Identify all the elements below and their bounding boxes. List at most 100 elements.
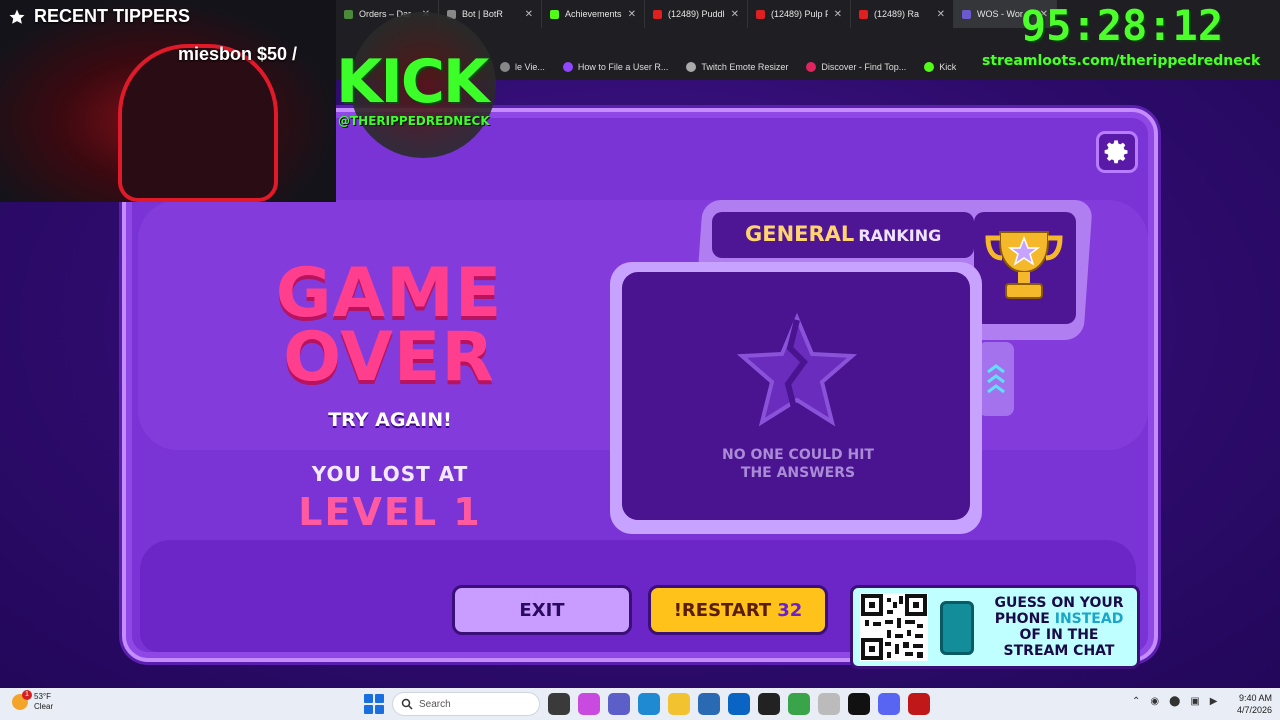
bookmark-label: How to File a User R... — [577, 62, 669, 72]
streamloots-link: streamloots.com/therippedredneck — [982, 53, 1261, 69]
task-view-icon[interactable] — [548, 693, 570, 715]
weather-temp: 53°F — [34, 692, 51, 701]
ranking-scroll-tab[interactable] — [978, 342, 1014, 416]
outlook-icon[interactable] — [728, 693, 750, 715]
sun-icon: 1 — [12, 690, 32, 710]
title-line-1: GAME — [275, 254, 503, 333]
browser-tab[interactable]: (12489) Pulp Fi ✕ — [748, 0, 851, 28]
qr-code-icon — [860, 593, 928, 661]
chrome-icon[interactable] — [788, 693, 810, 715]
copilot-icon[interactable] — [578, 693, 600, 715]
lost-at-label: YOU LOST AT — [311, 462, 469, 486]
edge-icon[interactable] — [638, 693, 660, 715]
clock-date: 4/7/2026 — [1236, 705, 1272, 715]
ranking-title: GENERAL RANKING — [745, 222, 941, 246]
tab-favicon-icon — [859, 9, 868, 19]
system-tray: ⌃ ◉ ⬤ ▣ ▶ — [1132, 696, 1217, 707]
weather-condition: Clear — [34, 702, 54, 711]
bookmark-favicon-icon — [924, 62, 935, 72]
bookmark-favicon-icon — [562, 62, 573, 72]
record-icon[interactable] — [908, 693, 930, 715]
close-icon[interactable]: ✕ — [731, 9, 739, 20]
trophy-icon — [985, 231, 1063, 299]
browser-tab[interactable]: (12489) Puddle ✕ — [645, 0, 748, 28]
tab-favicon-icon — [550, 9, 559, 19]
empty-line-1: NO ONE COULD HIT — [722, 447, 874, 463]
teams-icon[interactable] — [608, 693, 630, 715]
tab-favicon-icon — [653, 9, 662, 19]
ranking-title-main: GENERAL — [745, 222, 855, 246]
recent-tippers-label: RECENT TIPPERS — [34, 6, 191, 26]
discord-icon[interactable] — [878, 693, 900, 715]
tab-label: (12489) Ra — [874, 9, 920, 19]
qr-line-2: PHONE — [994, 611, 1050, 627]
kick-handle: @THERIPPEDREDNECK — [338, 114, 490, 128]
restart-count: 32 — [777, 599, 803, 621]
weather-widget[interactable]: 1 53°F Clear — [12, 690, 54, 712]
store-icon[interactable] — [698, 693, 720, 715]
exit-button[interactable]: EXIT — [452, 585, 632, 635]
browser-tab[interactable]: (12489) Ra ✕ — [851, 0, 954, 28]
subathon-timer: 95:28:12 — [1020, 1, 1224, 50]
broken-star-icon — [736, 312, 858, 427]
bookmark-favicon-icon — [500, 62, 510, 72]
phone-icon — [940, 601, 974, 655]
qr-line-5: STREAM CHAT — [1003, 643, 1115, 659]
bookmark-item[interactable]: Kick — [924, 62, 956, 72]
network-icon[interactable]: ◉ — [1150, 696, 1159, 707]
bookmark-favicon-icon — [806, 62, 817, 72]
webcam-overlay — [0, 0, 336, 202]
bookmark-item[interactable]: Discover - Find Top... — [806, 62, 906, 72]
wifi-icon[interactable]: ▣ — [1190, 696, 1199, 707]
tab-label: (12489) Pulp Fi — [771, 9, 828, 19]
qr-line-1: GUESS ON YOUR — [994, 595, 1124, 611]
close-icon[interactable]: ✕ — [525, 9, 533, 20]
bookmarks-bar: le Vie... How to File a User R... Twitch E… — [500, 58, 956, 76]
bookmark-item[interactable]: How to File a User R... — [562, 62, 669, 72]
search-icon — [401, 698, 413, 710]
browser-tab[interactable]: Achievements ✕ — [542, 0, 645, 28]
ranking-title-sub: RANKING — [858, 226, 942, 245]
volume-icon[interactable]: ▶ — [1210, 696, 1218, 707]
file-explorer-icon[interactable] — [668, 693, 690, 715]
taskbar-search[interactable]: Search — [392, 692, 540, 716]
bookmark-label: Twitch Emote Resizer — [701, 62, 789, 72]
gear-icon — [1104, 140, 1128, 164]
empty-line-2: THE ANSWERS — [740, 465, 856, 481]
start-button[interactable] — [364, 694, 384, 714]
bookmark-label: Kick — [939, 62, 957, 72]
weather-badge: 1 — [22, 690, 32, 700]
restart-button[interactable]: !RESTART 32 — [648, 585, 828, 635]
taskbar-apps: Search — [364, 692, 930, 716]
taskbar-clock[interactable]: 9:40 AM 4/7/2026 — [1222, 692, 1272, 716]
tab-label: Achievements — [565, 9, 622, 19]
microphone-icon[interactable]: ⬤ — [1169, 696, 1180, 707]
tab-label: Bot | BotR — [462, 9, 503, 19]
empty-ranking-message: NO ONE COULD HIT THE ANSWERS — [700, 446, 896, 482]
app-icon[interactable] — [818, 693, 840, 715]
restart-label: !RESTART — [673, 599, 772, 621]
try-again-text: TRY AGAIN! — [328, 409, 452, 431]
game-over-title: GAME OVER — [258, 254, 520, 397]
bookmark-favicon-icon — [686, 62, 697, 72]
settings-button[interactable] — [1096, 131, 1138, 173]
phone-play-text: GUESS ON YOUR PHONE INSTEAD OF IN THE ST… — [986, 595, 1132, 659]
bookmark-item[interactable]: le Vie... — [500, 62, 545, 72]
chevron-up-icon[interactable]: ⌃ — [1132, 696, 1140, 707]
tab-favicon-icon — [344, 9, 353, 19]
obs-icon[interactable] — [758, 693, 780, 715]
title-line-2: OVER — [283, 318, 495, 397]
terminal-icon[interactable] — [848, 693, 870, 715]
close-icon[interactable]: ✕ — [937, 9, 945, 20]
close-icon[interactable]: ✕ — [834, 9, 842, 20]
bookmark-label: Discover - Find Top... — [821, 62, 907, 72]
bookmark-label: le Vie... — [515, 62, 545, 72]
bookmark-item[interactable]: Twitch Emote Resizer — [686, 62, 788, 72]
search-placeholder: Search — [419, 698, 451, 710]
clock-time: 9:40 AM — [1238, 693, 1272, 703]
webcam-chair — [118, 44, 278, 202]
close-icon[interactable]: ✕ — [628, 9, 636, 20]
tab-label: (12489) Puddle — [668, 9, 725, 19]
level-value: LEVEL 1 — [298, 490, 482, 534]
qr-line-4: OF IN THE — [1019, 627, 1099, 643]
